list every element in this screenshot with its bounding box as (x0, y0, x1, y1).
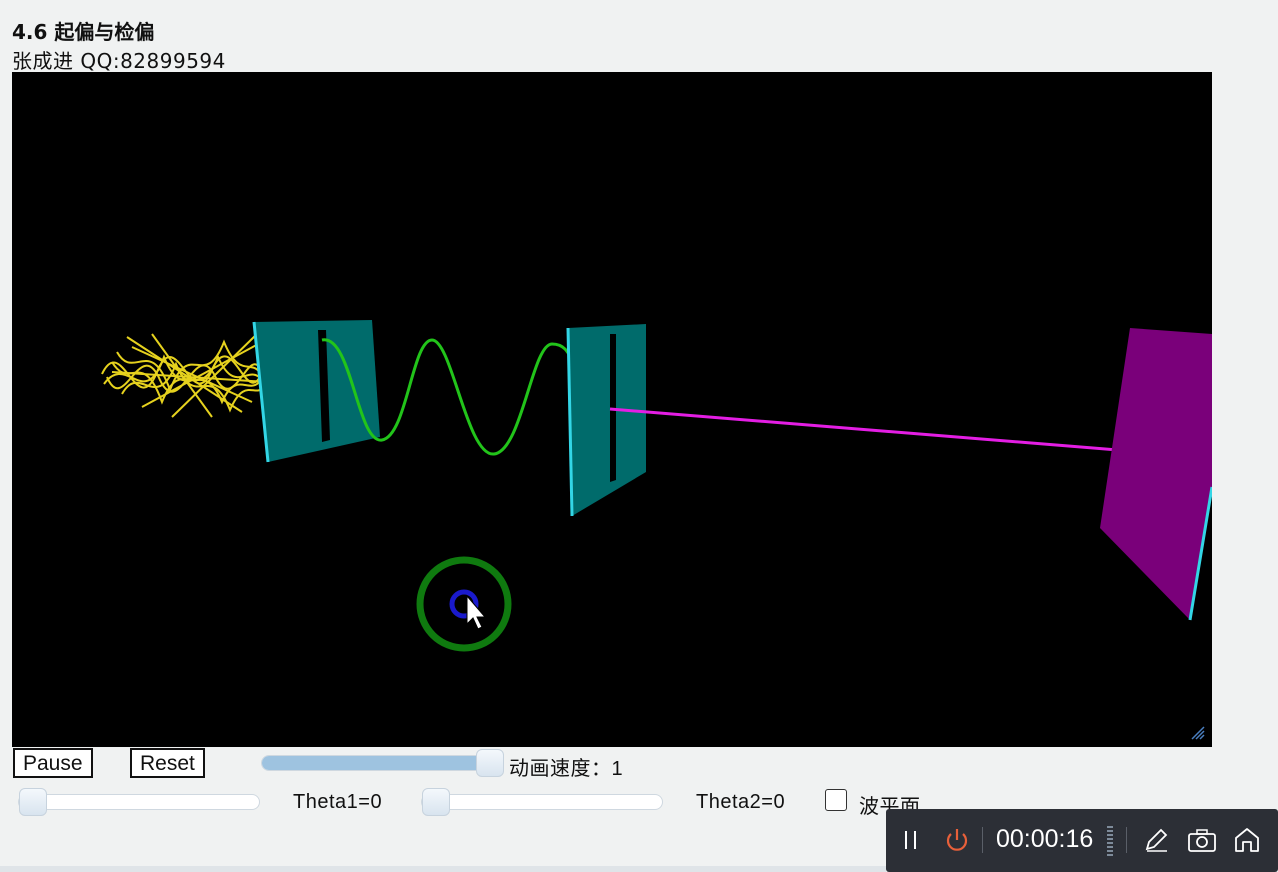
recorder-divider (1126, 827, 1127, 853)
theta1-label: Theta1=0 (293, 791, 383, 813)
author-info: 张成进 QQ:82899594 (12, 49, 226, 73)
rotate-control[interactable] (416, 556, 512, 652)
theta2-slider[interactable] (421, 788, 663, 816)
recording-timer: 00:00:16 (996, 825, 1094, 853)
power-icon[interactable] (942, 825, 972, 855)
speed-slider[interactable] (261, 749, 504, 777)
bottom-scrollbar[interactable] (0, 866, 886, 872)
reset-button[interactable]: Reset (130, 748, 205, 778)
unpolarized-light (101, 333, 271, 418)
polarizer-2[interactable] (566, 324, 646, 517)
wavefront-checkbox[interactable] (825, 789, 847, 811)
theta2-slider-thumb[interactable] (422, 788, 450, 816)
home-icon[interactable] (1232, 825, 1262, 855)
speed-slider-thumb[interactable] (476, 749, 504, 777)
scene-svg (101, 320, 1212, 740)
theta2-label: Theta2=0 (696, 791, 786, 813)
page-title: 4.6 起偏与检偏 (12, 20, 155, 44)
camera-icon[interactable] (1186, 825, 1218, 855)
screen-recorder-toolbar: 00:00:16 (886, 809, 1278, 872)
pause-icon[interactable] (898, 825, 922, 855)
pen-icon[interactable] (1141, 825, 1171, 855)
observation-screen (1100, 328, 1212, 621)
theta1-slider-thumb[interactable] (19, 788, 47, 816)
3d-scene-canvas[interactable] (12, 72, 1212, 747)
speed-label: 动画速度：1 (509, 758, 624, 780)
speed-slider-fill (262, 756, 492, 770)
theta1-slider[interactable] (18, 788, 260, 816)
polarizer-1[interactable] (252, 320, 380, 463)
pause-button[interactable]: Pause (13, 748, 93, 778)
audio-level-icon (1107, 826, 1113, 856)
resize-grip-icon[interactable] (1191, 726, 1205, 740)
transmitted-beam (609, 407, 1156, 455)
recorder-divider (982, 827, 983, 853)
